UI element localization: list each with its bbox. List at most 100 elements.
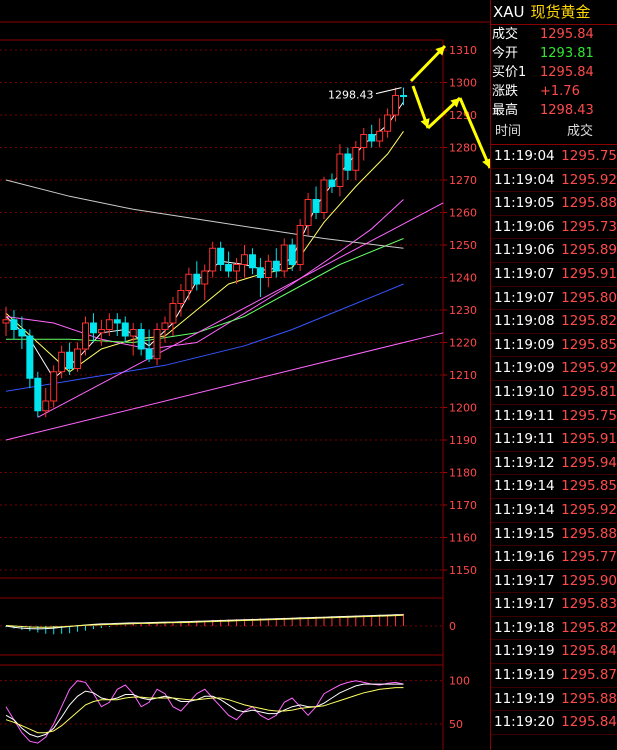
tick-row[interactable]: 11:19:08 1295.82	[491, 310, 617, 334]
quote-list: 成交 1295.84 今开 1293.81 买价1 1295.84 涨跌 +1.76 最高 129…	[491, 25, 617, 120]
y-tick-label: 1230	[449, 304, 477, 317]
tick-price: 1295.81	[561, 383, 617, 400]
tick-time: 11:19:11	[494, 431, 555, 448]
tick-row[interactable]: 11:19:18 1295.82	[491, 617, 617, 641]
chart-svg: 1150 1160 1170 1180 1190 1200 1210 1220 1230 1240…	[0, 21, 490, 750]
tick-row[interactable]: 11:19:14 1295.85	[491, 475, 617, 499]
tick-price: 1295.83	[561, 596, 617, 613]
candle	[89, 322, 97, 334]
tick-price: 1295.91	[561, 431, 617, 448]
y-tick-label: 1170	[449, 499, 477, 512]
quote-row: 成交 1295.84	[491, 25, 617, 44]
tick-row[interactable]: 11:19:14 1295.92	[491, 499, 617, 523]
tick-price: 1295.94	[561, 454, 617, 471]
tick-time: 11:19:19	[494, 690, 555, 707]
tick-row[interactable]: 11:19:07 1295.91	[491, 263, 617, 287]
candle	[18, 329, 26, 337]
tick-row[interactable]: 11:19:19 1295.88	[491, 688, 617, 712]
y-tick-label: 1220	[449, 337, 477, 350]
candle	[121, 322, 129, 337]
tick-price: 1295.88	[561, 525, 617, 542]
candle	[34, 377, 42, 412]
quote-label: 涨跌	[492, 84, 519, 99]
ticks-header-time: 时间	[495, 124, 522, 139]
tick-time: 11:19:19	[494, 667, 555, 684]
tick-row[interactable]: 11:19:11 1295.91	[491, 428, 617, 452]
tick-time: 11:19:20	[494, 714, 555, 731]
ticks-list[interactable]: 11:19:04 1295.75 11:19:04 1295.92 11:19:05 12…	[491, 145, 617, 735]
tick-time: 11:19:11	[494, 407, 555, 424]
quote-label: 买价1	[492, 65, 527, 80]
candle	[248, 254, 256, 269]
quote-row: 今开 1293.81	[491, 44, 617, 63]
candle	[26, 335, 34, 379]
candle	[113, 319, 121, 324]
y-tick-label: 100	[449, 675, 470, 688]
quote-row: 最高 1298.43	[491, 101, 617, 120]
ma-line	[37, 202, 444, 418]
candle	[145, 348, 153, 360]
y-tick-label: 1310	[449, 44, 477, 57]
candle	[336, 153, 344, 187]
ticks-header: 时间 成交	[491, 120, 617, 145]
tick-price: 1295.77	[561, 549, 617, 566]
tick-row[interactable]: 11:19:04 1295.75	[491, 145, 617, 169]
tick-row[interactable]: 11:19:17 1295.83	[491, 593, 617, 617]
tick-time: 11:19:12	[494, 454, 555, 471]
y-tick-label: 1190	[449, 434, 477, 447]
y-tick-label: 1250	[449, 239, 477, 252]
quote-value: 1298.43	[540, 103, 594, 118]
quote-panel: XAU 现货黄金 成交 1295.84 今开 1293.81 买价1 1295.84 涨跌 +1…	[490, 0, 617, 750]
candle	[105, 319, 113, 330]
tick-time: 11:19:06	[494, 242, 555, 259]
tick-price: 1295.82	[561, 619, 617, 636]
tick-price: 1295.88	[561, 690, 617, 707]
candle	[82, 322, 89, 350]
candle	[161, 322, 169, 330]
tick-row[interactable]: 11:19:16 1295.77	[491, 546, 617, 570]
tick-row[interactable]: 11:19:15 1295.88	[491, 523, 617, 547]
y-tick-label: 1180	[449, 467, 477, 480]
candle	[304, 199, 312, 226]
candle	[280, 244, 288, 272]
oscillator-line	[5, 680, 404, 744]
ma-line	[5, 179, 404, 249]
tick-time: 11:19:07	[494, 265, 555, 282]
y-tick-label: 50	[449, 718, 463, 731]
oscillator-line	[5, 683, 404, 738]
tick-row[interactable]: 11:19:05 1295.88	[491, 192, 617, 216]
tick-time: 11:19:19	[494, 643, 555, 660]
tick-row[interactable]: 11:19:11 1295.75	[491, 405, 617, 429]
tick-row[interactable]: 11:19:12 1295.94	[491, 452, 617, 476]
tick-time: 11:19:17	[494, 596, 555, 613]
tick-row[interactable]: 11:19:19 1295.87	[491, 664, 617, 688]
tick-row[interactable]: 11:19:17 1295.90	[491, 570, 617, 594]
instrument-header[interactable]: XAU 现货黄金	[491, 0, 617, 24]
tick-row[interactable]: 11:19:09 1295.92	[491, 357, 617, 381]
quote-value: 1295.84	[540, 65, 594, 80]
y-tick-label: 1150	[449, 564, 477, 577]
candle	[66, 351, 74, 369]
tick-time: 11:19:04	[494, 171, 555, 188]
tick-row[interactable]: 11:19:06 1295.89	[491, 239, 617, 263]
candle	[42, 400, 50, 412]
tick-row[interactable]: 11:19:06 1295.73	[491, 216, 617, 240]
tick-row[interactable]: 11:19:19 1295.84	[491, 640, 617, 665]
tick-row[interactable]: 11:19:09 1295.85	[491, 334, 617, 358]
tick-price: 1295.88	[561, 195, 617, 212]
candle	[169, 303, 177, 324]
candle	[400, 95, 407, 97]
quote-row: 买价1 1295.84	[491, 63, 617, 82]
quote-label: 成交	[492, 27, 519, 42]
tick-row[interactable]: 11:19:10 1295.81	[491, 381, 617, 405]
tick-row[interactable]: 11:19:04 1295.92	[491, 169, 617, 193]
tick-time: 11:19:04	[494, 148, 555, 164]
tick-price: 1295.75	[561, 407, 617, 424]
tick-row[interactable]: 11:19:07 1295.80	[491, 287, 617, 311]
tick-price: 1295.85	[561, 478, 617, 495]
candle	[225, 264, 233, 272]
tick-row[interactable]: 11:19:20 1295.84	[491, 711, 617, 735]
candle	[368, 134, 376, 142]
quote-value: 1295.84	[540, 27, 594, 42]
instrument-symbol: XAU	[493, 3, 525, 21]
